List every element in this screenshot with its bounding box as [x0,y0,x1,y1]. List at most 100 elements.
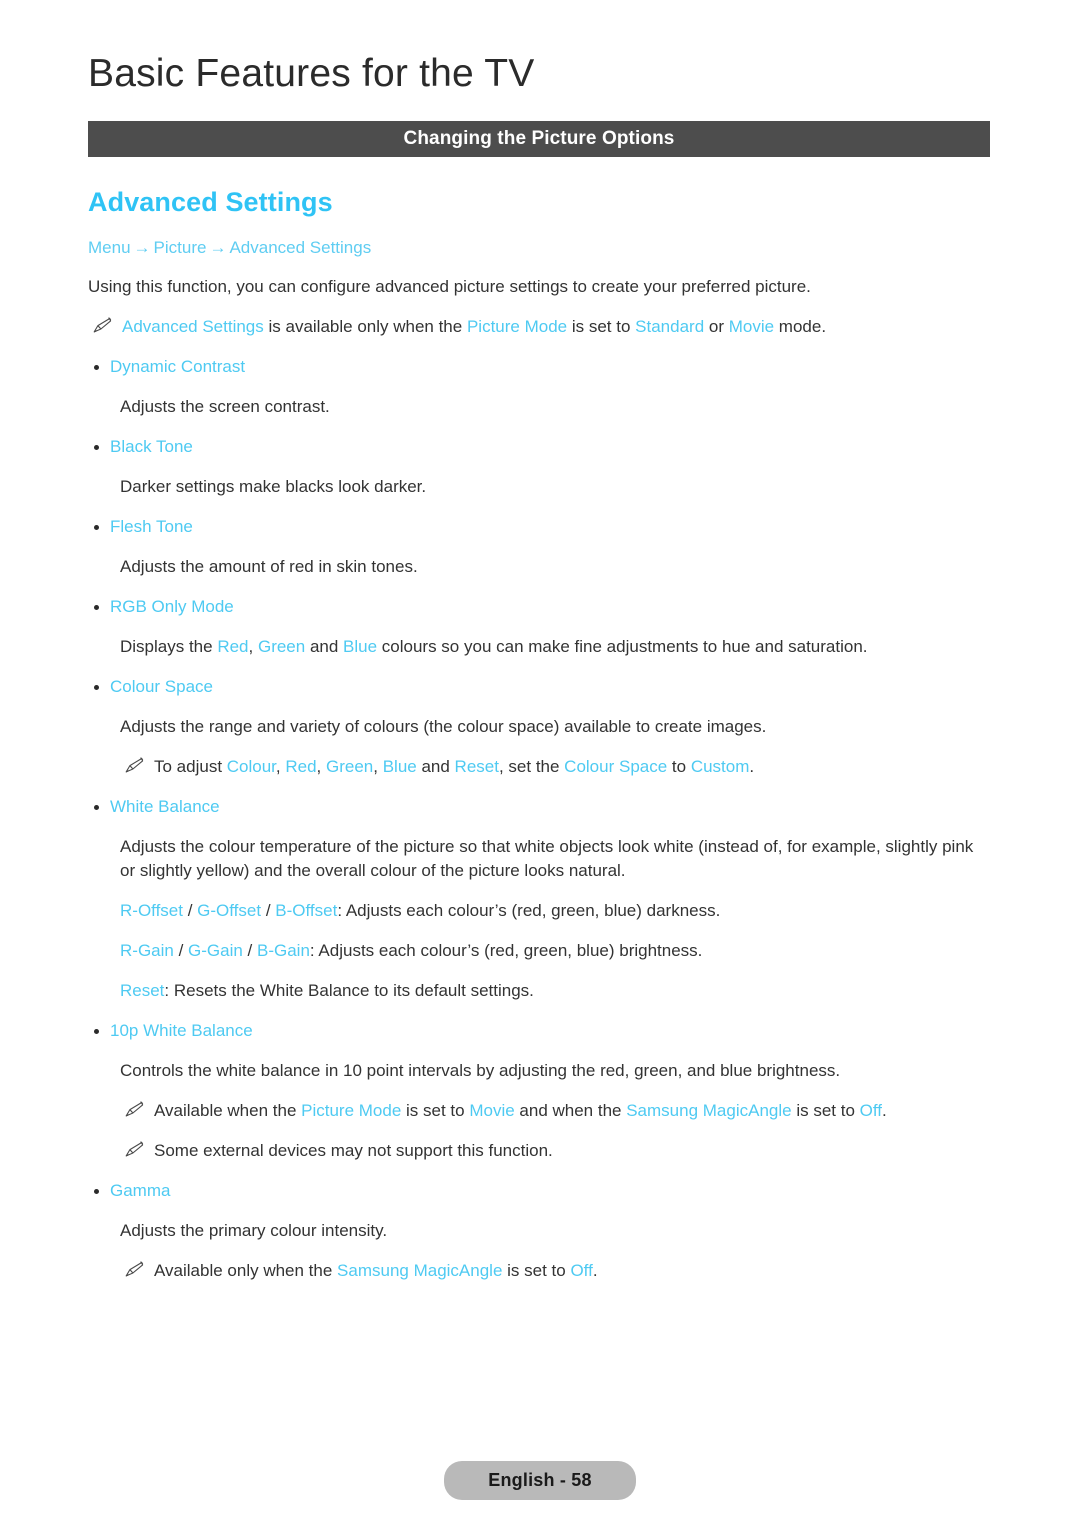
token-blue: Blue [343,637,378,656]
token-red: Red [217,637,249,656]
list-item-10p-white-balance: 10p White Balance [88,1003,990,1043]
desc-text: Displays the [120,637,218,656]
note-text: . [882,1101,887,1120]
token-samsung-magicangle: Samsung MagicAngle [626,1101,792,1120]
list-item-gamma: Gamma [88,1163,990,1203]
setting-label: Black Tone [110,437,193,456]
setting-label: White Balance [110,797,220,816]
token-b-gain: B-Gain [257,941,310,960]
token-r-gain: R-Gain [120,941,174,960]
note-text: Some external devices may not support th… [154,1141,553,1160]
token-green: Green [257,637,306,656]
setting-label: Colour Space [110,677,214,696]
section-header-label: Changing the Picture Options [403,128,675,149]
setting-label: Flesh Tone [110,517,193,536]
breadcrumb: Menu → Picture → Advanced Settings [88,237,990,259]
pencil-note-icon [90,316,112,336]
topic-heading: Advanced Settings [88,187,333,217]
sep: / [173,941,189,960]
description-white-balance: Adjusts the colour temperature of the pi… [120,837,974,880]
token-samsung-magicangle: Samsung MagicAngle [337,1261,503,1280]
note-text: is set to [791,1101,860,1120]
token-custom: Custom [690,757,750,776]
token-picture-mode: Picture Mode [301,1101,402,1120]
description-rgb-only-mode: Displays the Red, Green and Blue colours… [120,619,990,659]
desc-text: : Resets the White Balance to its defaul… [164,981,534,1000]
page-title: Basic Features for the TV [88,52,535,95]
content-column: Advanced Settings Menu → Picture → Advanced … [88,186,990,1283]
note-text: . [592,1261,598,1280]
note-text: is set to [502,1261,571,1280]
note-token-standard: Standard [635,317,705,336]
list-item-rgb-only-mode: RGB Only Mode [88,579,990,619]
description-black-tone: Darker settings make blacks look darker. [120,477,427,496]
list-item-dynamic-contrast: Dynamic Contrast [88,339,990,379]
token-reset: Reset [454,757,499,776]
note-text: . [749,757,755,776]
note-text: , [316,757,326,776]
note-text: , [373,757,383,776]
document-page: Basic Features for the TV Changing the P… [0,0,1080,1534]
breadcrumb-item-advanced-settings[interactable]: Advanced Settings [229,238,371,257]
note-text: and when the [514,1101,627,1120]
note-token-advanced-settings: Advanced Settings [122,317,264,336]
sep: / [261,901,276,920]
desc-text: : Adjusts each colour’s (red, green, blu… [337,901,721,920]
token-movie: Movie [469,1101,515,1120]
note-10p-availability: Available when the Picture Mode is set t… [120,1083,990,1123]
setting-label: RGB Only Mode [110,597,234,616]
note-text: Available only when the [154,1261,338,1280]
token-g-offset: G-Offset [197,901,262,920]
pencil-note-icon [122,756,144,776]
note-token-movie: Movie [728,317,775,336]
intro-paragraph: Using this function, you can configure a… [88,277,811,296]
description-gamma: Adjusts the primary colour intensity. [120,1221,388,1240]
list-item-flesh-tone: Flesh Tone [88,499,990,539]
white-balance-reset-line: Reset: Resets the White Balance to its d… [120,963,990,1003]
note-token-picture-mode: Picture Mode [466,317,568,336]
note-colour-space-custom: To adjust Colour, Red, Green, Blue and R… [120,739,990,779]
token-off: Off [859,1101,882,1120]
breadcrumb-item-picture[interactable]: Picture [154,238,207,257]
note-text: is available only when the [263,317,467,336]
list-item-white-balance: White Balance [88,779,990,819]
token-green: Green [326,757,374,776]
token-colour: Colour [226,757,276,776]
description-colour-space: Adjusts the range and variety of colours… [120,717,767,736]
arrow-right-icon: → [209,238,227,257]
note-text: is set to [401,1101,470,1120]
token-off: Off [570,1261,593,1280]
arrow-right-icon: → [133,238,151,257]
token-reset: Reset [120,981,165,1000]
token-blue: Blue [382,757,417,776]
note-text: is set to [567,317,636,336]
pencil-note-icon [122,1100,144,1120]
token-g-gain: G-Gain [188,941,243,960]
sep: / [242,941,257,960]
note-text: To adjust [154,757,227,776]
note-text: Available when the [154,1101,302,1120]
sep: / [182,901,198,920]
setting-label: Dynamic Contrast [110,357,246,376]
note-text: or [704,317,729,336]
availability-note: Advanced Settings is available only when… [88,299,990,339]
white-balance-offset-line: R-Offset / G-Offset / B-Offset: Adjusts … [120,883,990,923]
note-gamma-availability: Available only when the Samsung MagicAng… [120,1243,990,1283]
token-r-offset: R-Offset [120,901,183,920]
pencil-note-icon [122,1260,144,1280]
white-balance-gain-line: R-Gain / G-Gain / B-Gain: Adjusts each c… [120,923,990,963]
token-b-offset: B-Offset [275,901,338,920]
pencil-note-icon [122,1140,144,1160]
note-10p-external-devices: Some external devices may not support th… [120,1123,990,1163]
description-10p-white-balance: Controls the white balance in 10 point i… [120,1061,841,1080]
token-red: Red [285,757,317,776]
description-flesh-tone: Adjusts the amount of red in skin tones. [120,557,418,576]
desc-text: colours so you can make fine adjustments… [377,637,868,656]
description-dynamic-contrast: Adjusts the screen contrast. [120,397,330,416]
desc-text: , [248,637,258,656]
note-text: , [275,757,286,776]
page-number-badge: English - 58 [444,1461,636,1500]
breadcrumb-item-menu[interactable]: Menu [88,238,131,257]
footer: English - 58 [0,1461,1080,1500]
token-colour-space: Colour Space [564,757,668,776]
